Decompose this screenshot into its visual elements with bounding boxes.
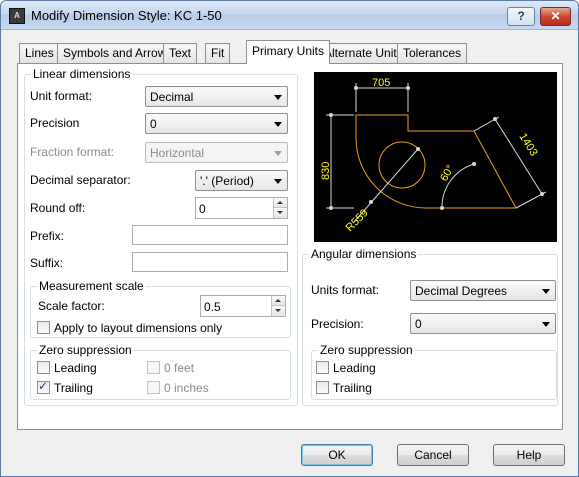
dim-text-radius: R559 [344,207,371,234]
angular-trailing-checkbox[interactable] [316,381,329,394]
preview-drawing: 705 830 1403 60° R559 [320,77,547,234]
title-bar[interactable]: A Modify Dimension Style: KC 1-50 ? ✕ [1,1,578,30]
precision-select[interactable]: 0 [145,113,288,134]
trailing-label: Trailing [54,381,93,395]
dim-text-angular: 60° [438,163,457,183]
leading-label: Leading [54,361,97,375]
decimal-separator-value: '.' (Period) [200,174,254,188]
angular-leading-checkbox[interactable] [316,361,329,374]
chevron-down-icon [274,151,282,156]
zero-suppression-angular-title: Zero suppression [318,343,415,357]
angular-dimensions-title: Angular dimensions [309,247,419,261]
zero-inches-checkbox[interactable] [147,381,160,394]
decimal-separator-select[interactable]: '.' (Period) [195,170,288,191]
zero-feet-checkbox[interactable] [147,361,160,374]
angular-precision-select[interactable]: 0 [410,313,556,334]
zero-inches-label: 0 inches [164,381,209,395]
chevron-down-icon [542,289,550,294]
tab-primary-units[interactable]: Primary Units [246,40,331,64]
tab-tolerances[interactable]: Tolerances [397,43,468,63]
round-off-label: Round off: [30,201,86,215]
spin-down-icon[interactable] [271,306,285,316]
help-title-button[interactable]: ? [507,7,535,26]
close-icon[interactable]: ✕ [540,7,571,26]
apply-layout-label: Apply to layout dimensions only [54,321,223,335]
suffix-input[interactable] [132,252,288,272]
part-outline [355,114,517,209]
dim-text-top: 705 [372,77,390,89]
leading-checkbox[interactable] [37,361,50,374]
tab-text[interactable]: Text [163,43,198,63]
primary-units-panel: Linear dimensions Unit format: Decimal P… [17,63,563,430]
chevron-down-icon [274,122,282,127]
spin-up-icon[interactable] [273,198,287,208]
spin-down-icon[interactable] [273,208,287,218]
zero-feet-label: 0 feet [164,361,195,375]
unit-format-select[interactable]: Decimal [145,86,288,107]
check-icon: ✓ [38,379,49,393]
window-title: Modify Dimension Style: KC 1-50 [31,8,222,23]
angular-trailing-label: Trailing [333,381,372,395]
unit-format-label: Unit format: [30,89,93,103]
angular-units-format-select[interactable]: Decimal Degrees [410,280,556,301]
precision-label: Precision [30,116,80,130]
fraction-format-select[interactable]: Horizontal [145,142,288,163]
scale-factor-label: Scale factor: [38,299,105,313]
chevron-down-icon [542,322,550,327]
prefix-input[interactable] [132,225,288,245]
angular-precision-label: Precision: [311,317,364,331]
angular-precision-value: 0 [415,317,422,331]
scale-factor-spinner[interactable]: 0.5 [200,295,286,317]
trailing-checkbox[interactable]: ✓ [37,379,50,394]
help-button[interactable]: Help [493,444,565,466]
tab-fit[interactable]: Fit [205,43,231,63]
units-format-label: Units format: [311,283,380,297]
unit-format-value: Decimal [150,90,194,104]
precision-value: 0 [150,117,157,131]
measurement-scale-title: Measurement scale [37,279,146,293]
chevron-down-icon [274,179,282,184]
fraction-format-value: Horizontal [150,146,205,160]
suffix-label: Suffix: [30,256,64,270]
chevron-down-icon [274,95,282,100]
zero-suppression-linear-title: Zero suppression [37,343,134,357]
prefix-label: Prefix: [30,229,65,243]
cancel-button[interactable]: Cancel [397,444,469,466]
spin-up-icon[interactable] [271,296,285,306]
arrowheads [329,86,544,210]
tab-symbols-and-arrows[interactable]: Symbols and Arrows [57,43,179,63]
dim-text-aligned: 1403 [516,131,539,158]
dimension-preview: 705 830 1403 60° R559 [314,72,557,242]
tab-alternate-units[interactable]: Alternate Units [318,43,409,63]
dim-text-left: 830 [320,162,332,180]
scale-factor-value: 0.5 [204,300,221,314]
apply-layout-checkbox[interactable] [37,321,50,334]
tab-lines[interactable]: Lines [19,43,60,63]
decimal-separator-label: Decimal separator: [30,173,131,187]
app-icon: A [9,8,25,24]
angular-units-format-value: Decimal Degrees [415,284,508,298]
linear-dimensions-title: Linear dimensions [31,67,133,81]
fraction-format-label: Fraction format: [30,145,115,159]
dialog-client: Lines Symbols and Arrows Text Fit Primar… [1,31,578,476]
ok-button[interactable]: OK [301,444,373,466]
dialog-window: A Modify Dimension Style: KC 1-50 ? ✕ Li… [0,0,579,477]
angular-leading-label: Leading [333,361,376,375]
round-off-spinner[interactable]: 0 [195,197,288,219]
round-off-value: 0 [199,202,206,216]
